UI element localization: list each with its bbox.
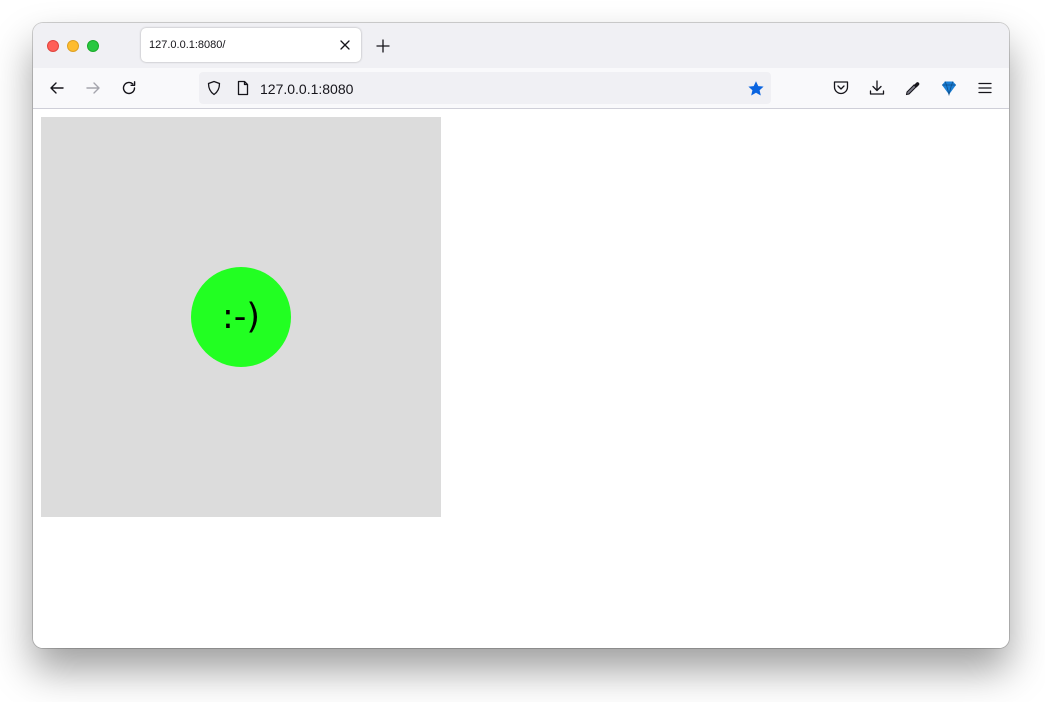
bookmark-star-icon[interactable]: [747, 80, 764, 96]
minimize-window-button[interactable]: [67, 40, 79, 52]
tab-title: 127.0.0.1:8080/: [149, 39, 226, 51]
page-content: :-): [33, 109, 1009, 648]
download-icon[interactable]: [867, 78, 887, 98]
hamburger-menu-icon[interactable]: [975, 78, 995, 98]
back-arrow-icon[interactable]: [47, 78, 67, 98]
close-tab-icon[interactable]: [337, 37, 353, 53]
eyedropper-icon[interactable]: [903, 78, 923, 98]
zoom-window-button[interactable]: [87, 40, 99, 52]
url-text[interactable]: 127.0.0.1:8080: [260, 81, 353, 97]
pocket-icon[interactable]: [831, 78, 851, 98]
canvas-area: :-): [41, 117, 441, 517]
address-bar[interactable]: 127.0.0.1:8080: [199, 72, 771, 104]
reload-icon[interactable]: [119, 78, 139, 98]
forward-arrow-icon[interactable]: [83, 78, 103, 98]
navigation-toolbar: 127.0.0.1:8080: [33, 68, 1009, 109]
browser-window: 127.0.0.1:8080/ 127.0.0.1:8080:-): [33, 23, 1009, 648]
close-window-button[interactable]: [47, 40, 59, 52]
tab-active[interactable]: 127.0.0.1:8080/: [141, 28, 361, 62]
new-tab-plus-icon[interactable]: [374, 37, 392, 55]
smiley-text: :-): [221, 296, 261, 337]
smiley-circle[interactable]: :-): [191, 267, 291, 367]
diamond-extension-icon[interactable]: [939, 78, 959, 98]
page-icon[interactable]: [235, 80, 251, 96]
tab-bar: 127.0.0.1:8080/: [33, 23, 1009, 68]
tracking-protection-shield-icon[interactable]: [206, 80, 222, 96]
